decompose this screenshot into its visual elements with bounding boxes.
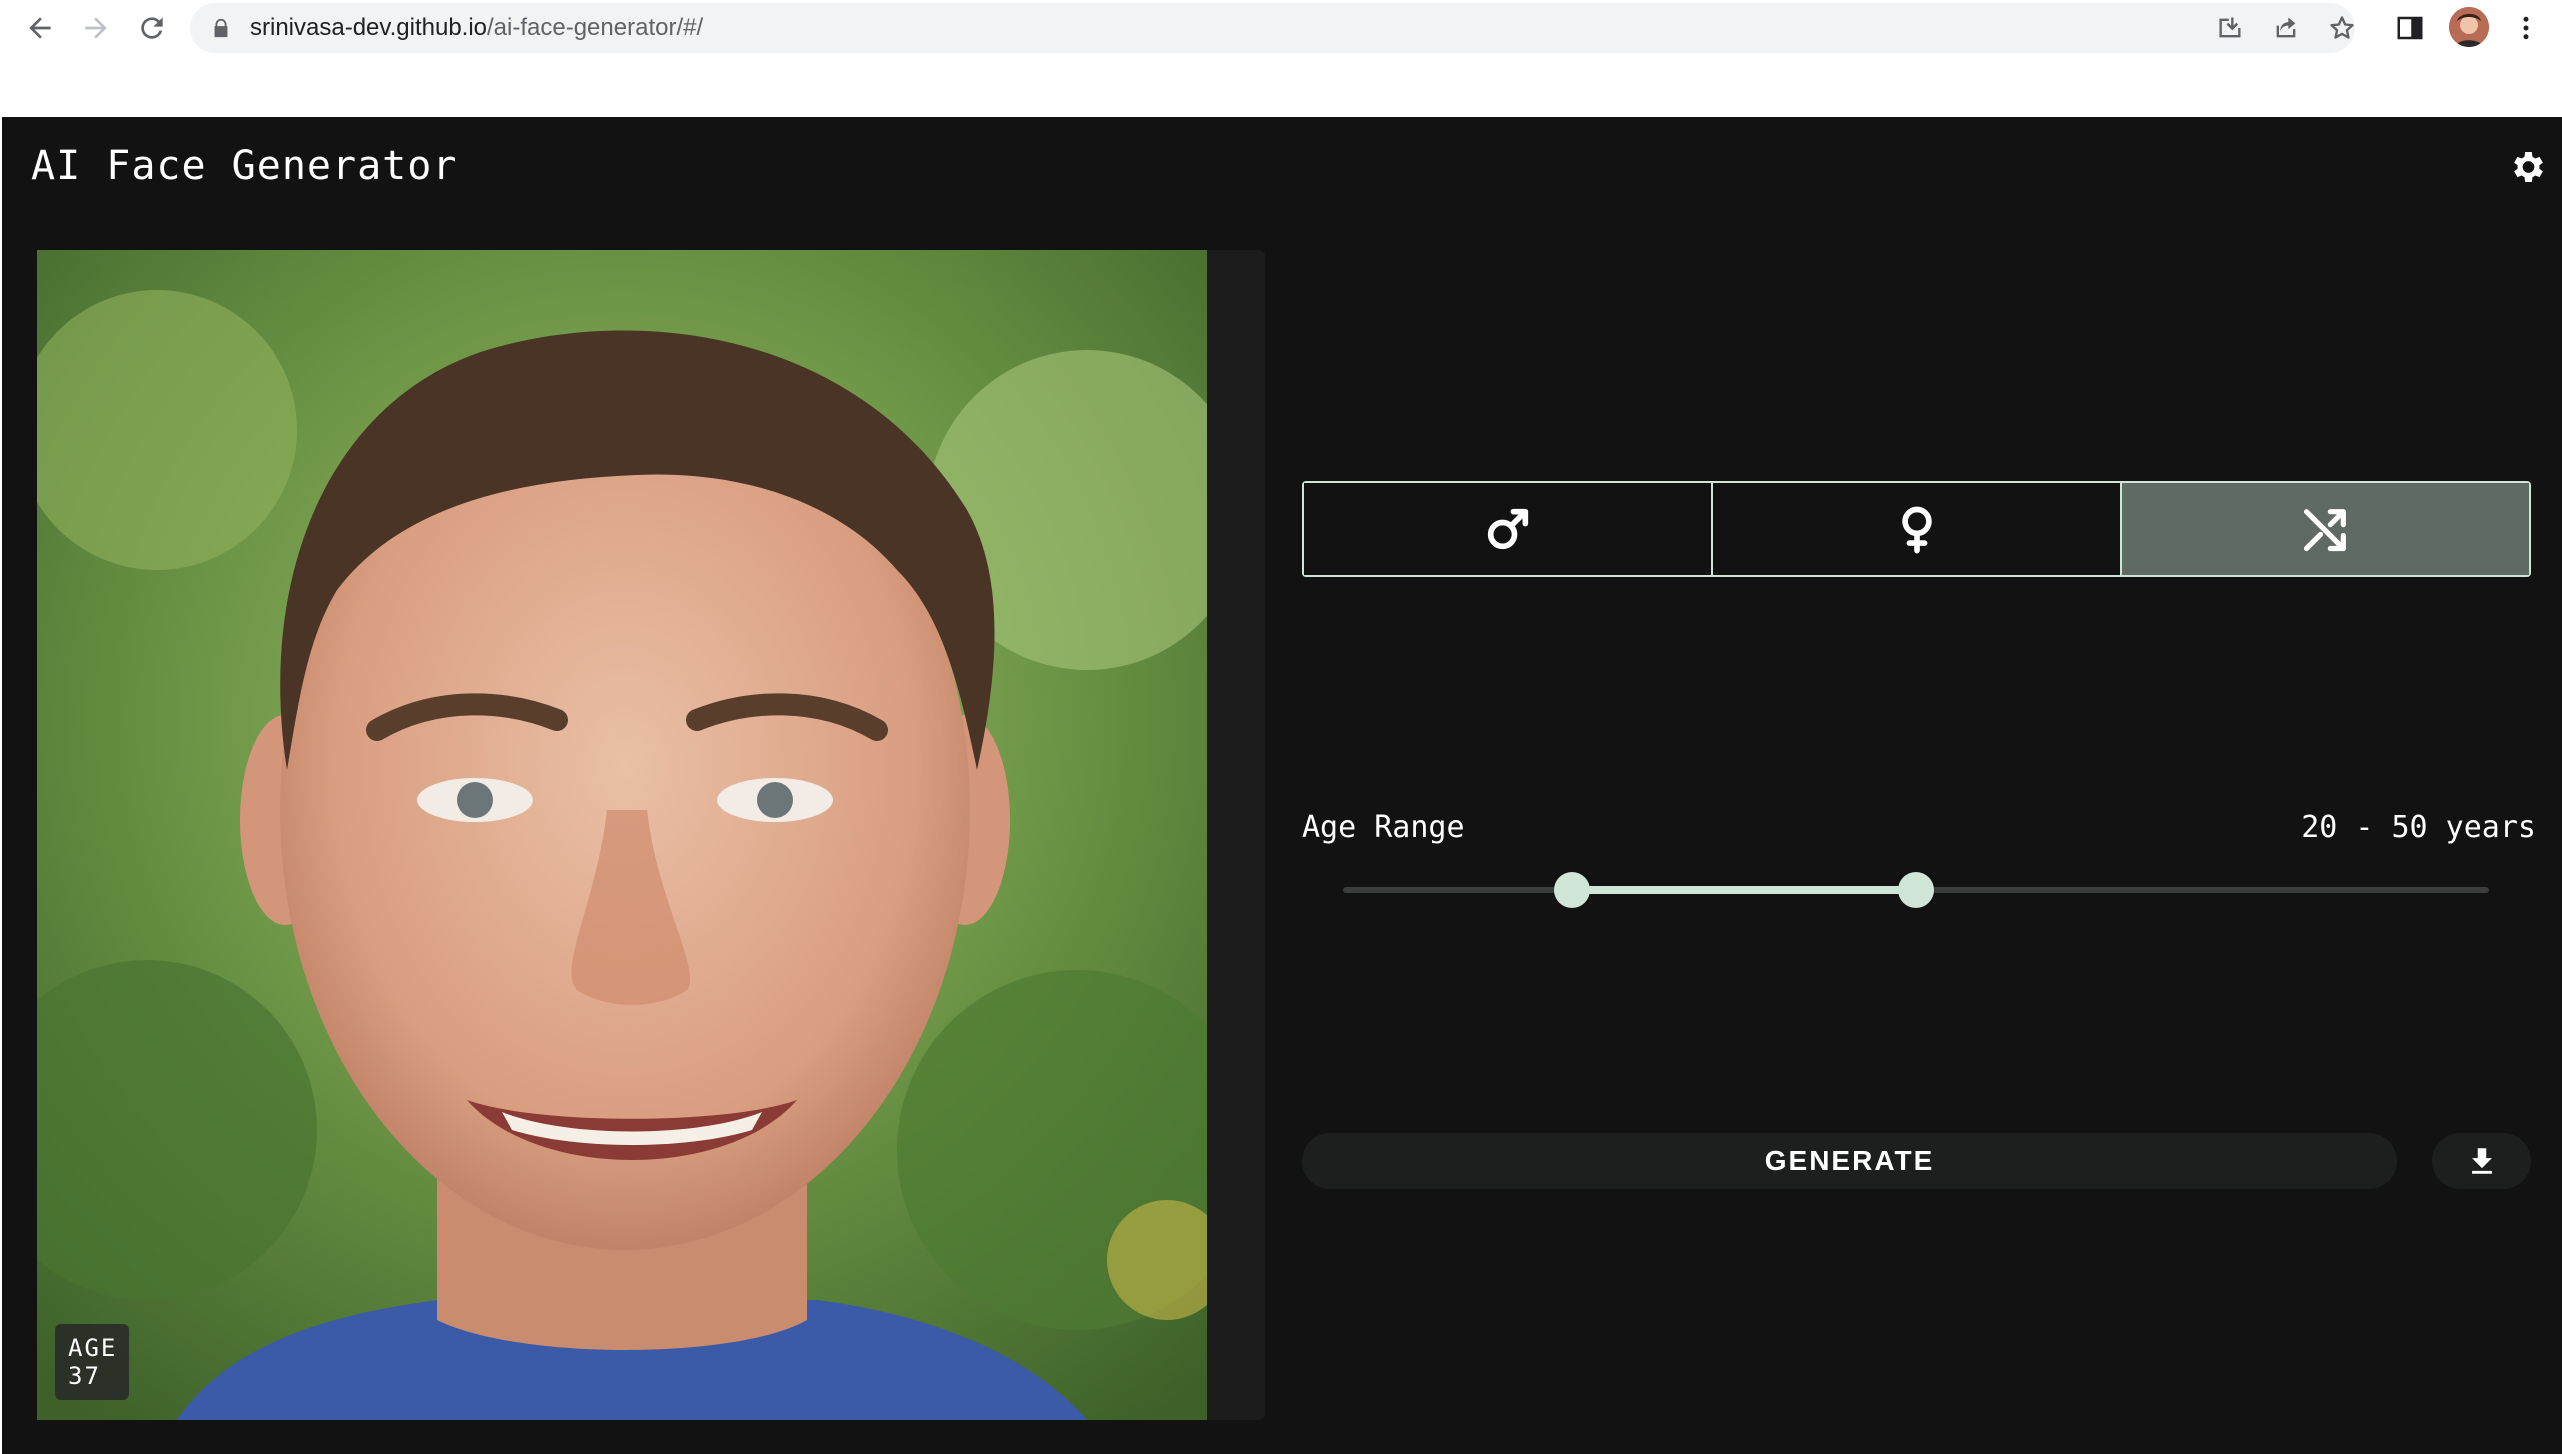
random-toggle-button[interactable] [2122, 483, 2529, 575]
reload-icon[interactable] [132, 8, 172, 48]
back-arrow-icon[interactable] [20, 8, 60, 48]
share-icon[interactable] [2270, 12, 2302, 44]
female-toggle-button[interactable] [1713, 483, 2122, 575]
app-root: AI Face Generator AGE 37 Age Range 20 - … [2, 117, 2562, 1454]
age-range-label: Age Range [1302, 810, 1465, 845]
male-symbol-icon [1487, 508, 1528, 550]
gender-toggle-group [1302, 481, 2531, 577]
address-bar[interactable]: srinivasa-dev.github.io/ai-face-generato… [190, 3, 2355, 53]
age-badge-label: AGE [68, 1334, 118, 1362]
download-button[interactable] [2432, 1133, 2531, 1189]
profile-avatar[interactable] [2449, 7, 2489, 47]
age-badge-value: 37 [68, 1362, 101, 1390]
star-icon[interactable] [2326, 12, 2358, 44]
generated-face-card: AGE 37 [37, 250, 1265, 1420]
shuffle-icon [2303, 509, 2346, 552]
side-panel-icon[interactable] [2392, 10, 2428, 46]
page-title: AI Face Generator [31, 143, 458, 189]
lock-icon[interactable] [210, 17, 232, 39]
kebab-menu-icon[interactable] [2508, 10, 2544, 46]
age-range-slider[interactable] [1343, 872, 2489, 908]
female-symbol-icon [1901, 506, 1932, 554]
male-toggle-button[interactable] [1304, 483, 1713, 575]
generate-button[interactable]: GENERATE [1302, 1133, 2397, 1189]
forward-arrow-icon[interactable] [76, 8, 116, 48]
browser-toolbar: srinivasa-dev.github.io/ai-face-generato… [0, 0, 2562, 117]
install-icon[interactable] [2214, 12, 2246, 44]
age-range-value: 20 - 50 years [2301, 810, 2536, 845]
slider-track [1572, 886, 1916, 894]
slider-thumb-min[interactable] [1554, 872, 1591, 908]
gear-icon[interactable] [2507, 147, 2547, 187]
url-text[interactable]: srinivasa-dev.github.io/ai-face-generato… [250, 14, 703, 42]
download-icon [2471, 1148, 2492, 1174]
age-badge: AGE 37 [55, 1324, 129, 1400]
slider-thumb-max[interactable] [1898, 872, 1934, 908]
generated-face-image [37, 250, 1207, 1420]
